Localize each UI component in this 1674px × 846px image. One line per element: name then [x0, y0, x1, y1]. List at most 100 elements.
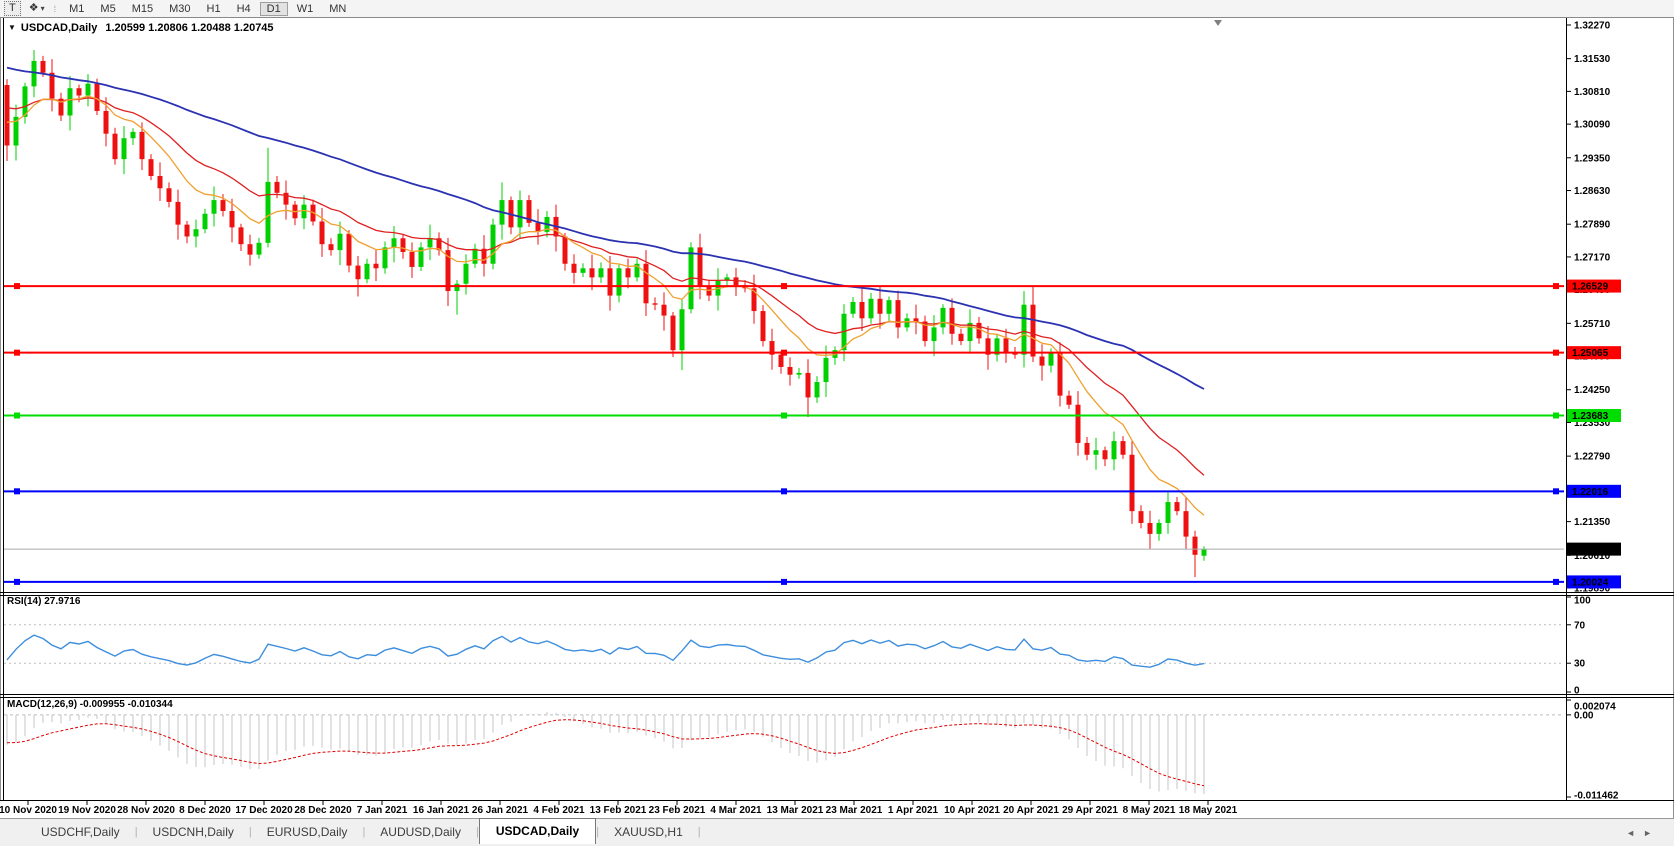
candle-bear [275, 182, 280, 193]
candle-bull [338, 234, 343, 250]
date-tick-label: 18 May 2021 [1179, 805, 1238, 816]
candle-bear [1193, 537, 1198, 555]
hline-handle[interactable] [781, 413, 787, 419]
candle-bear [608, 268, 613, 295]
hline-handle[interactable] [1553, 350, 1559, 356]
hline-handle[interactable] [14, 413, 20, 419]
symbol-period-label: USDCAD,Daily [21, 22, 97, 34]
date-tick-label: 4 Mar 2021 [710, 805, 762, 816]
rsi-scale-label: 30 [1574, 659, 1586, 670]
hline-handle[interactable] [781, 283, 787, 289]
timeframe-button-mn[interactable]: MN [322, 2, 353, 16]
hline-handle[interactable] [781, 350, 787, 356]
tab-usdchf-daily[interactable]: USDCHF,Daily [26, 821, 135, 844]
collapse-icon[interactable]: ▼ [8, 23, 16, 32]
tab-usdcad-daily[interactable]: USDCAD,Daily [479, 818, 596, 844]
candle-bull [122, 138, 127, 159]
candle-bull [932, 327, 937, 341]
hline-handle[interactable] [14, 579, 20, 585]
candle-bear [572, 264, 577, 273]
hline-handle[interactable] [1553, 413, 1559, 419]
candle-bear [158, 176, 163, 188]
price-badge: 1.26529 [1567, 280, 1621, 293]
candle-bull [428, 238, 433, 247]
candle-bull [455, 284, 460, 291]
hline-handle[interactable] [1553, 488, 1559, 494]
timeframe-button-m1[interactable]: M1 [62, 2, 91, 16]
timeframe-button-w1[interactable]: W1 [290, 2, 321, 16]
candle-bear [653, 303, 658, 304]
timeframe-button-h1[interactable]: H1 [200, 2, 228, 16]
candle-bear [977, 323, 982, 338]
candle-bull [266, 182, 271, 243]
rsi-indicator-label: RSI(14) 27.9716 [7, 596, 80, 607]
tab-eurusd-daily[interactable]: EURUSD,Daily [252, 821, 363, 844]
candle-bull [680, 309, 685, 350]
candle-bear [167, 188, 172, 202]
price-badge: 1.25065 [1567, 346, 1621, 359]
candle-bull [365, 264, 370, 279]
candle-bull [869, 299, 874, 319]
hline-handle[interactable] [14, 488, 20, 494]
tab-usdcnh-daily[interactable]: USDCNH,Daily [138, 821, 249, 844]
candle-bull [392, 238, 397, 247]
candle-bull [905, 318, 910, 327]
chart-title: ▼USDCAD,Daily1.20599 1.20806 1.20488 1.2… [8, 22, 274, 34]
candle-bear [1085, 443, 1090, 455]
candle-bear [410, 252, 415, 267]
candle-bear [626, 268, 631, 277]
chart-tab-bar: USDCHF,Daily|USDCNH,Daily|EURUSD,Daily|A… [0, 818, 1674, 846]
tab-divider: | [698, 826, 701, 838]
candle-bear [248, 244, 253, 254]
candle-bear [1184, 511, 1189, 536]
date-tick-label: 16 Jan 2021 [413, 805, 470, 816]
candle-bear [671, 316, 676, 351]
candle-bear [1058, 352, 1063, 396]
hline-handle[interactable] [781, 579, 787, 585]
candle-bull [1112, 441, 1117, 459]
chart-canvas[interactable]: 1.322701.315301.308101.300901.293501.286… [0, 17, 1674, 818]
candle-bear [779, 355, 784, 367]
hline-handle[interactable] [14, 350, 20, 356]
text-tool-button[interactable]: T [4, 1, 21, 16]
date-tick-label: 13 Mar 2021 [767, 805, 824, 816]
candle-bull [1022, 305, 1027, 355]
hline-handle[interactable] [14, 283, 20, 289]
candle-bull [1166, 502, 1171, 523]
tab-scroll-left-icon[interactable]: ◄ [1626, 828, 1643, 838]
candle-bear [221, 200, 226, 211]
shapes-icon: ❖ [29, 2, 39, 14]
candle-bear [1139, 511, 1144, 523]
candle-bear [761, 311, 766, 341]
candle-bear [149, 159, 154, 176]
price-badge-label: 1.20745 [1572, 545, 1609, 556]
candle-bear [140, 132, 145, 159]
shapes-tool-button[interactable]: ❖▾ [25, 2, 49, 15]
hline-handle[interactable] [1553, 579, 1559, 585]
candle-bear [959, 334, 964, 341]
candle-bear [1067, 396, 1072, 405]
tab-audusd-daily[interactable]: AUDUSD,Daily [365, 821, 476, 844]
timeframe-button-h4[interactable]: H4 [230, 2, 258, 16]
timeframe-button-m30[interactable]: M30 [162, 2, 197, 16]
candle-bear [347, 234, 352, 266]
price-badge: 1.20745 [1567, 543, 1621, 556]
mt4-chart-window: T ❖▾ ⁞ M1M5M15M30H1H4D1W1MN 1.322701.315… [0, 0, 1674, 846]
hline-handle[interactable] [781, 488, 787, 494]
candle-bull [491, 225, 496, 264]
tab-xauusd-h1[interactable]: XAUUSD,H1 [599, 821, 698, 844]
candle-bear [563, 236, 568, 263]
date-tick-label: 17 Dec 2020 [235, 805, 293, 816]
tab-scroll-right-icon[interactable]: ► [1643, 828, 1660, 838]
candle-bear [41, 61, 46, 73]
timeframe-button-m5[interactable]: M5 [93, 2, 122, 16]
price-tick-label: 1.29350 [1574, 153, 1611, 164]
price-tick-label: 1.22790 [1574, 452, 1611, 463]
date-tick-label: 10 Apr 2021 [944, 805, 1000, 816]
hline-handle[interactable] [1553, 283, 1559, 289]
candle-bear [77, 88, 82, 95]
timeframe-button-d1[interactable]: D1 [260, 2, 288, 16]
candle-bear [1076, 405, 1081, 443]
price-tick-label: 1.31530 [1574, 54, 1611, 65]
timeframe-button-m15[interactable]: M15 [125, 2, 160, 16]
